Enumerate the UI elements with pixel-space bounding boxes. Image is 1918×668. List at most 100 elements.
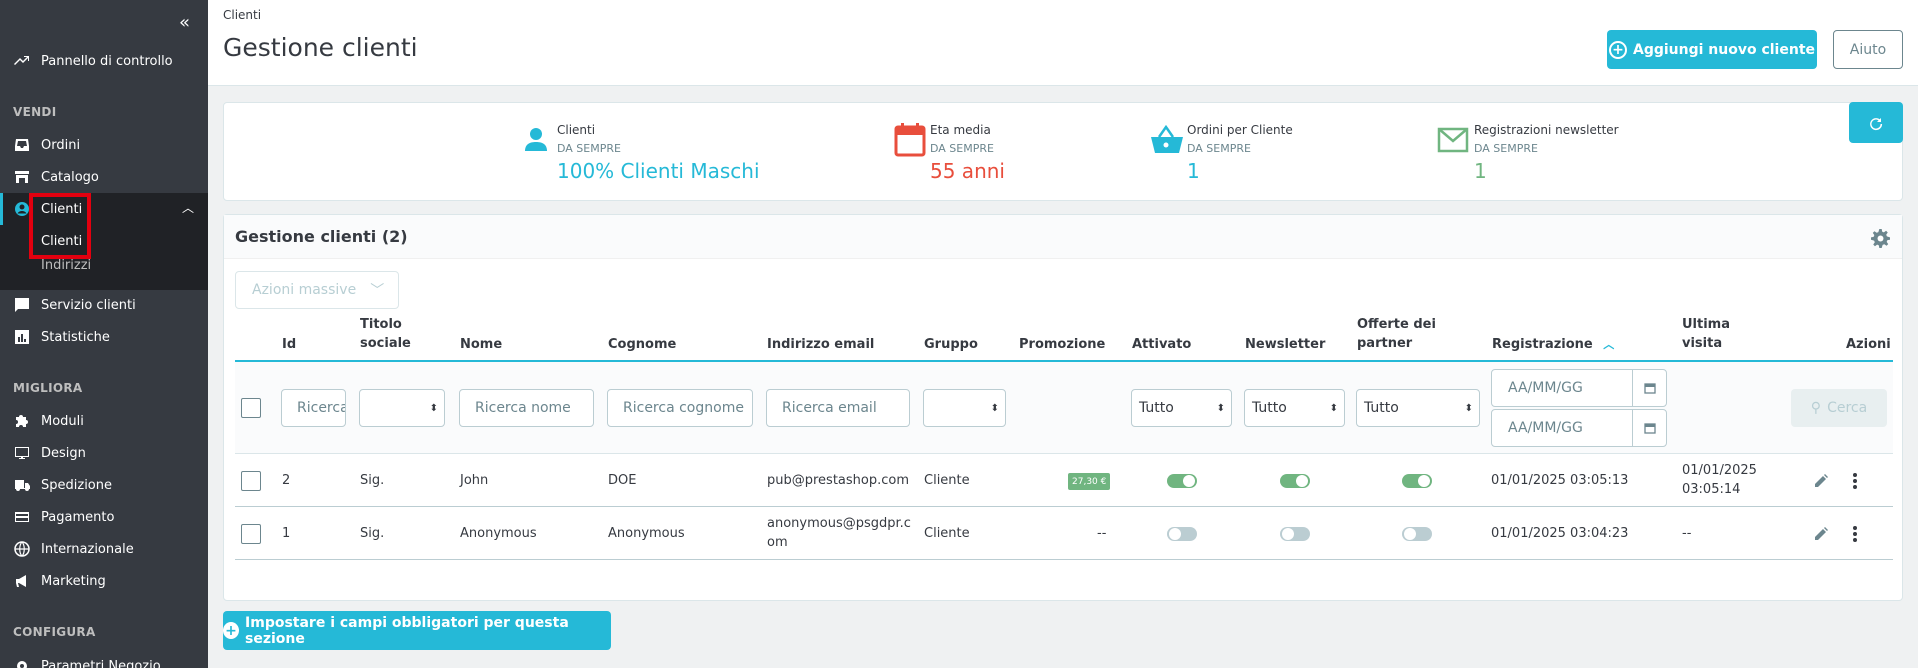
cell-registrazione: 01/01/2025 03:05:13: [1491, 473, 1629, 488]
table-row[interactable]: 2 Sig. John DOE pub@prestashop.com Clien…: [235, 455, 1893, 507]
kpi-sublabel: DA SEMPRE: [1474, 142, 1538, 155]
col-header-nome[interactable]: Nome: [460, 335, 502, 354]
sidebar-item-parametri[interactable]: Parametri Negozio: [0, 650, 208, 668]
filter-offerte-select[interactable]: Tutto ⬍: [1356, 389, 1480, 427]
sidebar-item-internazionale[interactable]: Internazionale: [0, 533, 208, 565]
user-icon: [525, 128, 547, 151]
table-row[interactable]: 1 Sig. Anonymous Anonymous anonymous@psg…: [235, 508, 1893, 560]
bulk-actions-dropdown[interactable]: Azioni massive ﹀: [235, 271, 399, 309]
select-arrows-icon: ⬍: [429, 402, 438, 414]
filter-titolo-select[interactable]: ⬍: [359, 389, 445, 427]
sidebar-item-pagamento[interactable]: Pagamento: [0, 501, 208, 533]
customers-table-card: Gestione clienti (2) Azioni massive ﹀ Id…: [223, 214, 1903, 601]
select-arrows-icon: ⬍: [1216, 402, 1225, 414]
select-all-checkbox[interactable]: [241, 398, 261, 418]
sidebar-item-spedizione[interactable]: Spedizione: [0, 469, 208, 501]
sidebar-item-label: Parametri Negozio: [41, 658, 161, 668]
col-header-cognome[interactable]: Cognome: [608, 335, 676, 354]
col-header-email[interactable]: Indirizzo email: [767, 335, 874, 354]
col-header-line: sociale: [360, 336, 411, 351]
page-title: Gestione clienti: [223, 33, 418, 62]
toggle-attivato[interactable]: [1167, 474, 1197, 488]
more-vertical-icon[interactable]: [1852, 472, 1858, 490]
col-header-ultima-visita[interactable]: Ultima visita: [1682, 315, 1730, 353]
cell-line: anonymous@psgdpr.c: [767, 516, 911, 531]
bar-chart-icon: [13, 328, 31, 346]
kpi-sublabel: DA SEMPRE: [557, 142, 621, 155]
section-title-configura: CONFIGURA: [13, 625, 96, 639]
filter-id-input[interactable]: Ricerca ID: [281, 389, 346, 427]
col-header-newsletter[interactable]: Newsletter: [1245, 335, 1325, 354]
kpi-value: 1: [1187, 159, 1200, 183]
toggle-newsletter[interactable]: [1280, 474, 1310, 488]
toggle-offerte[interactable]: [1402, 527, 1432, 541]
sidebar-item-dashboard[interactable]: Pannello di controllo: [0, 45, 208, 77]
kpi-value: 1: [1474, 159, 1487, 183]
sidebar-subitem-indirizzi[interactable]: Indirizzi: [41, 258, 91, 273]
col-header-gruppo[interactable]: Gruppo: [924, 335, 978, 354]
toggle-offerte[interactable]: [1402, 474, 1432, 488]
help-button[interactable]: Aiuto: [1833, 30, 1903, 69]
sidebar-item-marketing[interactable]: Marketing: [0, 565, 208, 597]
filter-gruppo-select[interactable]: ⬍: [923, 389, 1006, 427]
chevron-up-icon[interactable]: ︿: [182, 199, 194, 216]
refresh-icon: [1870, 117, 1883, 130]
sidebar-item-catalogo[interactable]: Catalogo: [0, 161, 208, 193]
cell-line: 01/01/2025: [1682, 463, 1757, 478]
trending-up-icon: [13, 52, 31, 70]
filter-date-from[interactable]: AA/MM/GG: [1491, 369, 1667, 407]
filter-cognome-input[interactable]: Ricerca cognome: [607, 389, 753, 427]
sidebar-item-ordini[interactable]: Ordini: [0, 129, 208, 161]
gear-icon[interactable]: [1871, 229, 1890, 248]
row-checkbox[interactable]: [241, 524, 261, 544]
filter-date-to[interactable]: AA/MM/GG: [1491, 409, 1667, 447]
toggle-attivato[interactable]: [1167, 527, 1197, 541]
col-header-registrazione[interactable]: Registrazione ︿: [1492, 335, 1614, 354]
filter-newsletter-select[interactable]: Tutto ⬍: [1244, 389, 1345, 427]
filter-attivato-select[interactable]: Tutto ⬍: [1131, 389, 1232, 427]
cell-id: 2: [282, 473, 291, 488]
section-title-migliora: MIGLIORA: [13, 381, 83, 395]
sidebar-item-moduli[interactable]: Moduli: [0, 405, 208, 437]
col-header-promozione: Promozione: [1019, 337, 1106, 352]
select-arrows-icon: ⬍: [1329, 402, 1338, 414]
date-to-placeholder: AA/MM/GG: [1508, 420, 1583, 436]
col-header-id[interactable]: Id: [282, 335, 296, 354]
sidebar-item-design[interactable]: Design: [0, 437, 208, 469]
filter-email-input[interactable]: Ricerca email: [766, 389, 910, 427]
sidebar-item-label: Ordini: [41, 137, 81, 153]
kpi-sublabel: DA SEMPRE: [1187, 142, 1251, 155]
sidebar-item-statistiche[interactable]: Statistiche: [0, 321, 208, 353]
col-header-line: Registrazione: [1492, 337, 1593, 352]
filter-nome-input[interactable]: Ricerca nome: [459, 389, 594, 427]
col-header-attivato[interactable]: Attivato: [1132, 335, 1191, 354]
breadcrumb[interactable]: Clienti: [223, 8, 261, 22]
calendar-icon[interactable]: [1632, 410, 1666, 446]
edit-icon[interactable]: [1813, 526, 1829, 542]
calendar-icon[interactable]: [1632, 370, 1666, 406]
more-vertical-icon[interactable]: [1852, 525, 1858, 543]
inbox-icon: [13, 136, 31, 154]
refresh-kpi-button[interactable]: [1849, 102, 1903, 143]
sidebar-item-servizio-clienti[interactable]: Servizio clienti: [0, 289, 208, 321]
kpi-registrazioni-newsletter[interactable]: Registrazioni newsletter DA SEMPRE 1: [1436, 121, 1619, 184]
sidebar-item-label: Catalogo: [41, 169, 99, 185]
sort-asc-icon[interactable]: ︿: [1603, 338, 1614, 351]
cell-email: anonymous@psgdpr.c om: [767, 514, 911, 552]
kpi-label: Registrazioni newsletter: [1474, 123, 1619, 137]
kpi-ordini-per-cliente[interactable]: Ordini per Cliente DA SEMPRE 1: [1149, 121, 1293, 184]
col-header-line: Offerte dei: [1357, 317, 1436, 332]
collapse-sidebar-icon[interactable]: «: [179, 12, 190, 33]
sidebar-item-label: Internazionale: [41, 541, 134, 557]
sidebar-item-label: Servizio clienti: [41, 297, 136, 313]
col-header-titolo[interactable]: Titolo sociale: [360, 315, 411, 353]
required-fields-button[interactable]: + Impostare i campi obbligatori per ques…: [223, 611, 611, 650]
kpi-clienti[interactable]: Clienti DA SEMPRE 100% Clienti Maschi: [519, 121, 760, 184]
row-checkbox[interactable]: [241, 471, 261, 491]
search-button[interactable]: ⚲ Cerca: [1791, 389, 1887, 427]
kpi-eta-media[interactable]: Eta media DA SEMPRE 55 anni: [892, 121, 1005, 184]
toggle-newsletter[interactable]: [1280, 527, 1310, 541]
add-customer-button[interactable]: + Aggiungi nuovo cliente: [1607, 30, 1817, 69]
edit-icon[interactable]: [1813, 473, 1829, 489]
col-header-offerte[interactable]: Offerte dei partner: [1357, 315, 1436, 353]
